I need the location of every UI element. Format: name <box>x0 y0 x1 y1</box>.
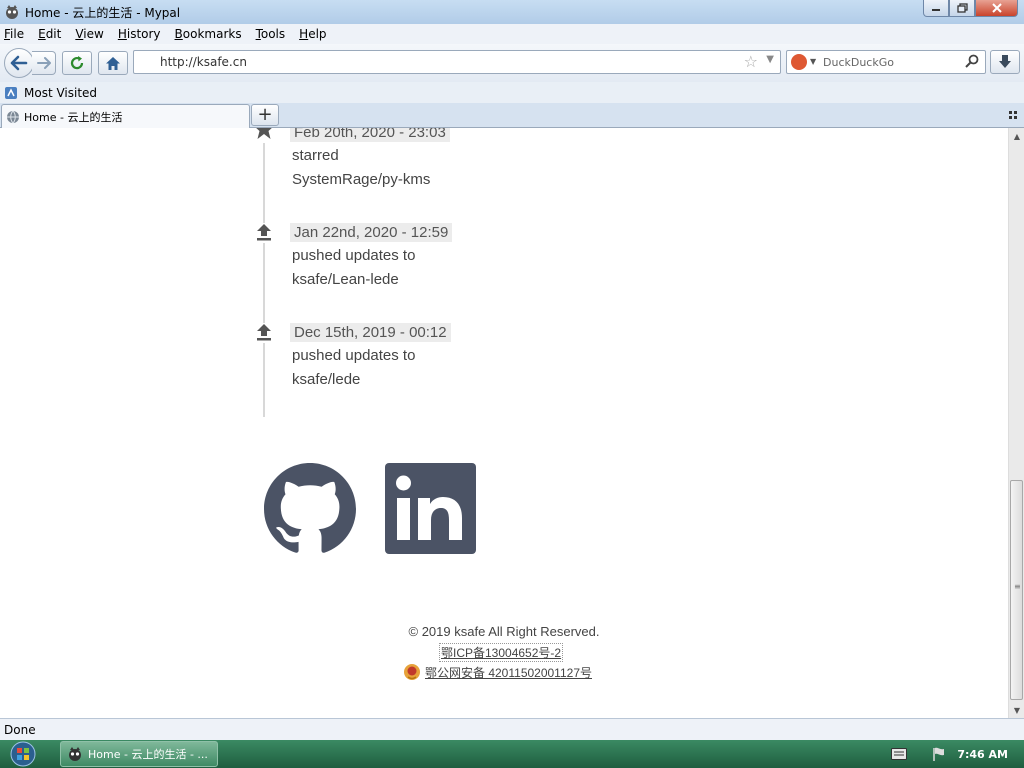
event-repo-link[interactable]: ksafe/lede <box>292 371 360 388</box>
event-date: Jan 22nd, 2020 - 12:59 <box>290 223 453 242</box>
police-badge-icon <box>404 664 420 680</box>
tab-home[interactable]: Home - 云上的生活 <box>1 104 250 129</box>
tab-title: Home - 云上的生活 <box>24 111 123 124</box>
police-record-link[interactable]: 鄂公网安备 42011502001127号 <box>403 663 592 681</box>
icp-license-link[interactable]: 鄂ICP备13004652号-2 <box>439 643 564 662</box>
push-upload-icon <box>253 323 275 343</box>
status-bar: Done <box>0 718 1024 740</box>
copyright-text: © 2019 ksafe All Right Reserved. <box>408 624 600 639</box>
taskbar-item-title: Home - 云上的生活 - ... <box>88 748 208 761</box>
bookmark-star-icon[interactable]: ☆ <box>744 54 758 70</box>
menu-edit[interactable]: Edit <box>38 27 61 41</box>
minimize-button[interactable] <box>923 0 949 17</box>
event-repo-link[interactable]: SystemRage/py-kms <box>292 171 430 188</box>
restore-icon <box>956 3 968 13</box>
engine-dropdown-icon[interactable]: ▼ <box>810 57 816 66</box>
start-button-icon[interactable] <box>6 741 40 767</box>
action-center-flag-icon[interactable] <box>931 746 947 762</box>
reload-button[interactable] <box>62 51 92 75</box>
most-visited-bookmark[interactable]: Most Visited <box>24 86 97 100</box>
mypal-app-icon <box>6 5 18 19</box>
forward-button[interactable] <box>32 51 56 75</box>
menu-tools[interactable]: Tools <box>256 27 286 41</box>
event-action: pushed updates to <box>292 247 416 264</box>
github-icon[interactable] <box>264 463 356 555</box>
home-icon <box>106 56 120 70</box>
tab-list-icon[interactable] <box>1008 110 1018 120</box>
menu-file[interactable]: File <box>4 27 24 41</box>
star-icon <box>253 128 275 143</box>
home-button[interactable] <box>98 51 128 75</box>
taskbar-item-mypal[interactable]: Home - 云上的生活 - ... <box>60 741 218 767</box>
window-title: Home - 云上的生活 - Mypal <box>25 5 181 20</box>
downloads-button[interactable] <box>990 50 1020 74</box>
search-icon[interactable] <box>964 53 980 69</box>
window-controls <box>923 0 1018 17</box>
system-tray: 7:46 AM <box>891 740 1024 768</box>
menu-bar: File Edit View History Bookmarks Tools H… <box>0 24 1024 44</box>
reload-icon <box>70 56 84 70</box>
url-text[interactable]: http://ksafe.cn <box>160 55 247 69</box>
tab-strip: Home - 云上的生活 + <box>0 103 1024 129</box>
back-arrow-icon <box>10 55 28 71</box>
mypal-taskbar-icon <box>69 747 81 761</box>
event-action: pushed updates to <box>292 347 416 364</box>
scroll-grip-icon: ≡ <box>1014 582 1021 591</box>
os-taskbar: Home - 云上的生活 - ... 7:46 AM <box>0 740 1024 768</box>
vertical-scrollbar[interactable]: ▲ ≡ ▼ <box>1008 128 1024 718</box>
event-date: Dec 15th, 2019 - 00:12 <box>290 323 451 342</box>
download-arrow-icon <box>999 55 1011 68</box>
bookmarks-toolbar: Most Visited <box>0 82 1024 103</box>
event-action: starred <box>292 147 339 164</box>
system-clock[interactable]: 7:46 AM <box>957 748 1008 761</box>
linkedin-icon[interactable] <box>385 463 476 554</box>
police-record-text[interactable]: 鄂公网安备 42011502001127号 <box>425 664 592 681</box>
page-content: Feb 20th, 2020 - 23:03 starred SystemRag… <box>0 128 1008 718</box>
keyboard-icon[interactable] <box>891 748 908 760</box>
window-titlebar[interactable]: Home - 云上的生活 - Mypal <box>0 0 1024 24</box>
search-placeholder[interactable]: DuckDuckGo <box>823 56 894 69</box>
close-icon <box>991 3 1002 13</box>
forward-arrow-icon <box>36 57 51 69</box>
menu-bookmarks[interactable]: Bookmarks <box>175 27 242 41</box>
menu-view[interactable]: View <box>75 27 103 41</box>
event-date: Feb 20th, 2020 - 23:03 <box>290 128 450 142</box>
scrollbar-thumb[interactable]: ≡ <box>1010 480 1023 700</box>
menu-help[interactable]: Help <box>299 27 326 41</box>
close-button[interactable] <box>975 0 1018 17</box>
back-button[interactable] <box>4 48 34 78</box>
timeline-line <box>263 128 265 417</box>
restore-button[interactable] <box>949 0 975 17</box>
minimize-icon <box>932 9 940 11</box>
scroll-up-arrow-icon[interactable]: ▲ <box>1009 128 1024 144</box>
duckduckgo-engine-icon[interactable] <box>791 54 807 70</box>
globe-icon <box>7 110 19 124</box>
status-text: Done <box>4 722 36 737</box>
search-bar[interactable]: ▼ DuckDuckGo <box>786 50 986 74</box>
event-repo-link[interactable]: ksafe/Lean-lede <box>292 271 399 288</box>
url-bar[interactable]: http://ksafe.cn ☆ ▼ <box>133 50 781 74</box>
new-tab-button[interactable]: + <box>251 104 279 126</box>
navigation-toolbar: http://ksafe.cn ☆ ▼ ▼ DuckDuckGo <box>0 44 1024 82</box>
push-upload-icon <box>253 223 275 243</box>
scroll-down-arrow-icon[interactable]: ▼ <box>1009 702 1024 718</box>
url-history-dropdown-icon[interactable]: ▼ <box>766 54 774 65</box>
most-visited-folder-icon <box>5 86 17 99</box>
menu-history[interactable]: History <box>118 27 161 41</box>
